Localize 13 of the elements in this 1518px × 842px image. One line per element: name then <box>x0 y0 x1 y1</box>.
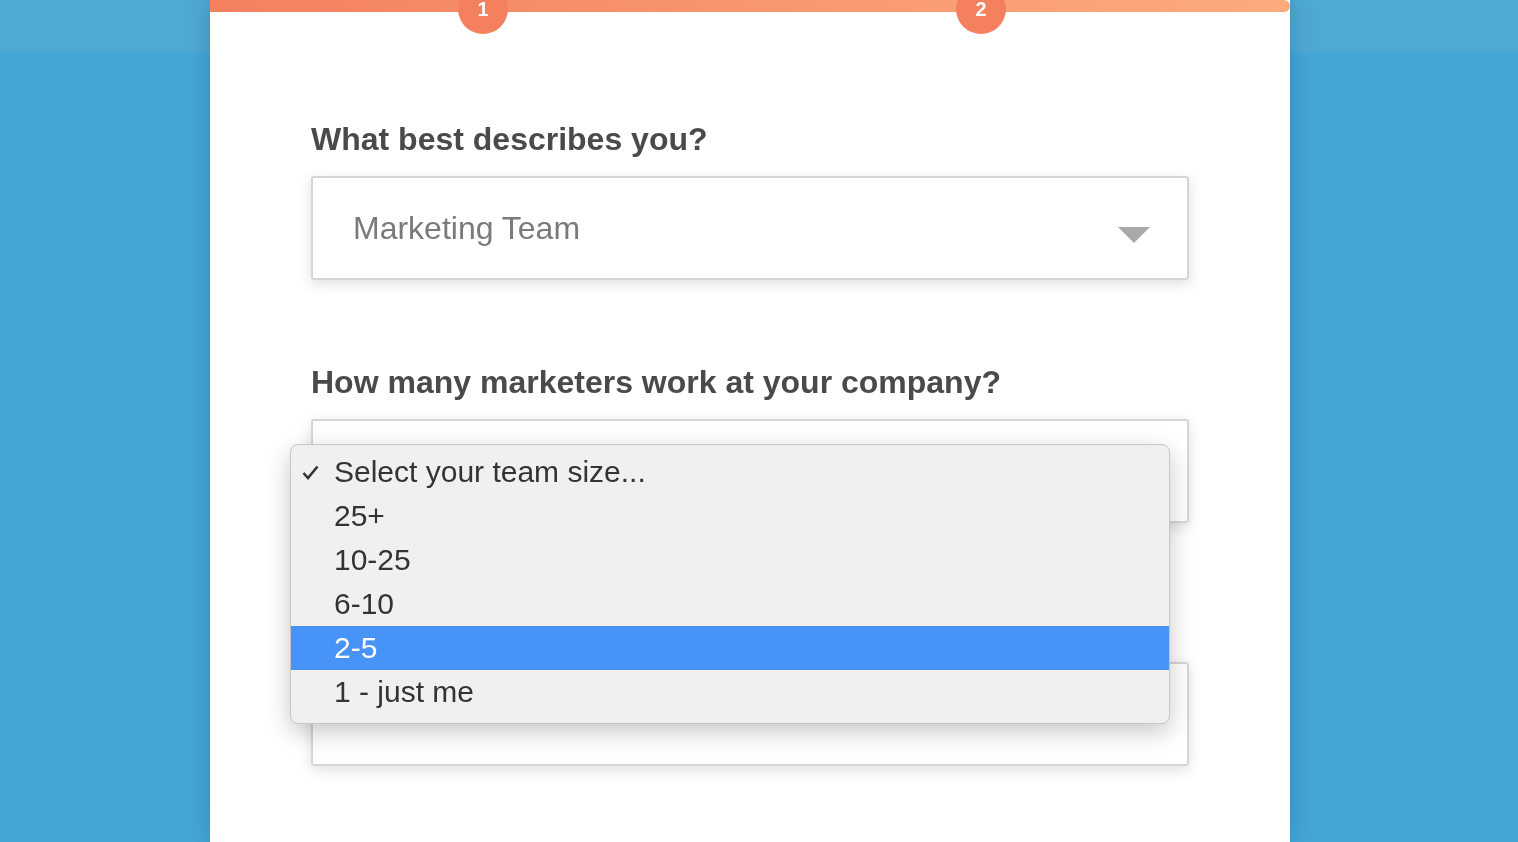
question-label: How many marketers work at your company? <box>311 363 1002 401</box>
menu-option[interactable]: 10-25 <box>291 538 1169 582</box>
menu-option[interactable]: 6-10 <box>291 582 1169 626</box>
step-number: 1 <box>458 0 508 34</box>
menu-option[interactable]: Select your team size... <box>291 450 1169 494</box>
check-icon <box>302 464 319 480</box>
menu-option[interactable]: 1 - just me <box>291 670 1169 714</box>
select-field[interactable]: Marketing Team <box>311 176 1189 280</box>
menu-option[interactable]: 25+ <box>291 494 1169 538</box>
step-number: 2 <box>956 0 1006 34</box>
question-label: What best describes you? <box>311 120 709 158</box>
caret-icon <box>1118 227 1150 243</box>
select-value: Marketing Team <box>353 209 581 248</box>
